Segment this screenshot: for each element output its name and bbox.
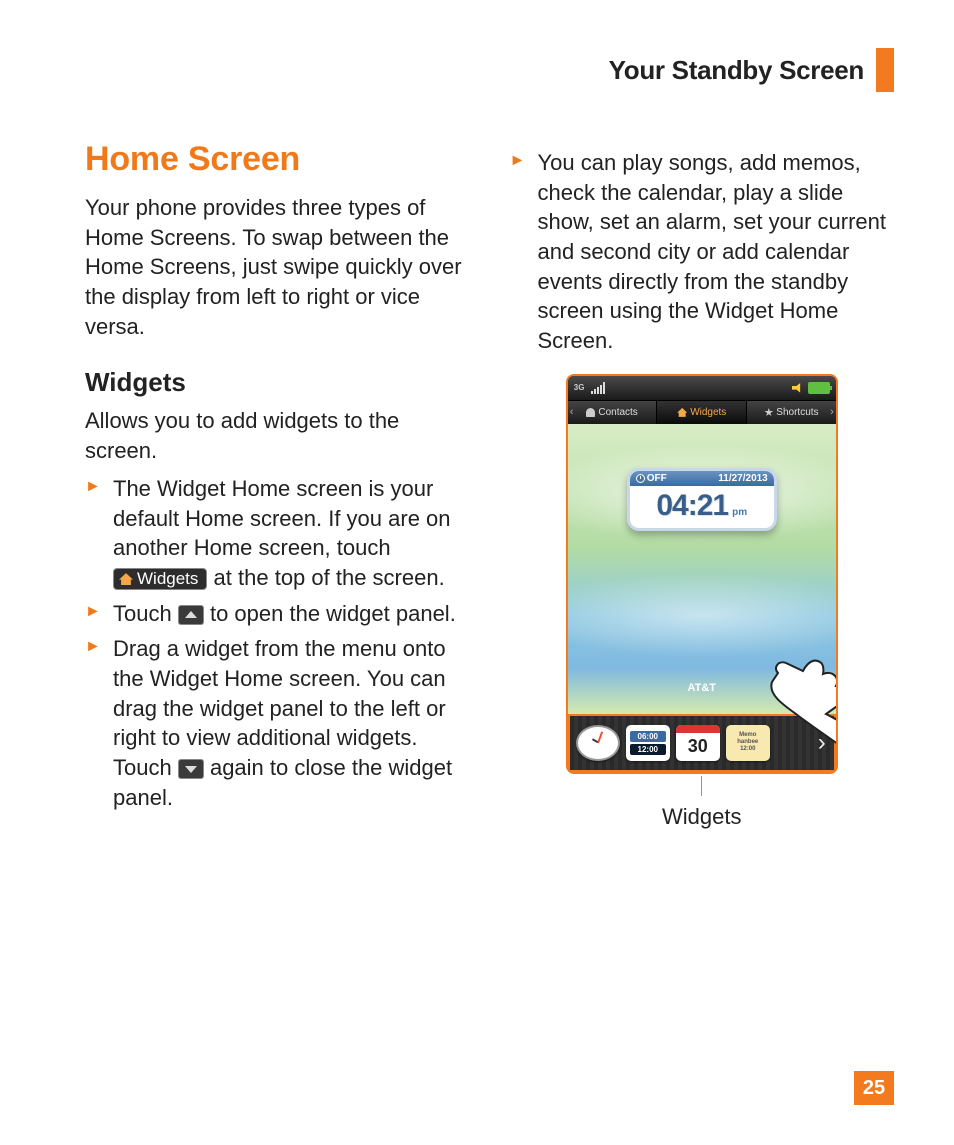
header-title: Your Standby Screen bbox=[609, 55, 864, 86]
widget-analog-clock[interactable] bbox=[576, 725, 620, 761]
phone-figure: 3G ‹ Contacts bbox=[510, 374, 895, 830]
triangle-down-icon bbox=[185, 766, 197, 773]
left-column: Home Screen Your phone provides three ty… bbox=[85, 140, 470, 830]
memo-line-1: Memo bbox=[728, 732, 768, 739]
bullet-2-pre: Touch bbox=[113, 601, 178, 626]
clock-time: 04:21 bbox=[656, 489, 728, 523]
memo-line-3: 12:00 bbox=[728, 746, 768, 753]
right-bullet-list: You can play songs, add memos, check the… bbox=[510, 148, 895, 356]
manual-page: Your Standby Screen Home Screen Your pho… bbox=[0, 0, 954, 1145]
content-columns: Home Screen Your phone provides three ty… bbox=[85, 140, 894, 830]
callout-label: Widgets bbox=[510, 804, 895, 830]
tab-widgets-label: Widgets bbox=[690, 407, 726, 418]
arrow-up-button-icon bbox=[178, 605, 204, 625]
widgets-subtitle: Allows you to add widgets to the screen. bbox=[85, 406, 470, 465]
clock-widget-header: OFF 11/27/2013 bbox=[630, 471, 774, 486]
chevron-right-icon: › bbox=[830, 406, 834, 418]
clock-date: 11/27/2013 bbox=[718, 473, 768, 484]
tab-shortcuts[interactable]: Shortcuts › bbox=[747, 401, 836, 424]
tab-shortcuts-label: Shortcuts bbox=[776, 407, 818, 418]
arrow-down-button-icon bbox=[178, 759, 204, 779]
home-icon bbox=[677, 408, 687, 417]
tab-contacts[interactable]: ‹ Contacts bbox=[568, 401, 658, 424]
calendar-day: 30 bbox=[676, 733, 720, 761]
bullet-item-2: Touch to open the widget panel. bbox=[85, 599, 470, 629]
triangle-down-icon bbox=[794, 678, 806, 685]
tray-next-arrow-icon[interactable]: › bbox=[818, 729, 826, 757]
status-icons bbox=[792, 382, 830, 394]
bullet-item-1: The Widget Home screen is your default H… bbox=[85, 474, 470, 593]
bullet-item-3: Drag a widget from the menu onto the Wid… bbox=[85, 634, 470, 812]
clock-widget[interactable]: OFF 11/27/2013 04:21 pm bbox=[627, 468, 777, 531]
widget-dual-clock[interactable]: 06:00 12:00 bbox=[626, 725, 670, 761]
phone-statusbar: 3G bbox=[568, 376, 836, 400]
chevron-left-icon: ‹ bbox=[570, 406, 574, 418]
right-column: You can play songs, add memos, check the… bbox=[510, 140, 895, 830]
widgets-bullet-list: The Widget Home screen is your default H… bbox=[85, 474, 470, 813]
tab-widgets[interactable]: Widgets bbox=[657, 401, 747, 424]
widget-memo[interactable]: Memo hanbee 12:00 bbox=[726, 725, 770, 761]
speaker-icon bbox=[792, 382, 804, 394]
widgets-heading: Widgets bbox=[85, 367, 470, 398]
right-bullet: You can play songs, add memos, check the… bbox=[510, 148, 895, 356]
battery-icon bbox=[808, 382, 830, 394]
bullet-1-post: at the top of the screen. bbox=[214, 565, 445, 590]
phone-shell: 3G ‹ Contacts bbox=[566, 374, 838, 774]
page-header: Your Standby Screen bbox=[609, 48, 894, 92]
home-icon bbox=[119, 573, 133, 585]
dual-clock-top: 06:00 bbox=[630, 731, 666, 742]
widget-tray-toggle[interactable] bbox=[782, 670, 818, 694]
intro-paragraph: Your phone provides three types of Home … bbox=[85, 193, 470, 341]
clock-time-row: 04:21 pm bbox=[630, 486, 774, 528]
tab-contacts-label: Contacts bbox=[598, 407, 637, 418]
contact-icon bbox=[586, 408, 595, 417]
phone-tabs: ‹ Contacts Widgets Shortcuts › bbox=[568, 400, 836, 424]
signal-icon bbox=[591, 382, 605, 394]
widgets-chip-label: Widgets bbox=[137, 570, 198, 589]
header-accent-bar bbox=[876, 48, 894, 92]
section-heading: Home Screen bbox=[85, 140, 470, 179]
triangle-up-icon bbox=[185, 611, 197, 618]
widget-calendar[interactable]: 30 bbox=[676, 725, 720, 761]
alarm-clock-icon bbox=[636, 474, 645, 483]
calendar-strip bbox=[676, 725, 720, 733]
dual-clock-bottom: 12:00 bbox=[630, 744, 666, 755]
widget-tray[interactable]: 06:00 12:00 30 Memo hanbee 12:00 › bbox=[568, 714, 836, 772]
star-icon bbox=[764, 408, 773, 417]
bullet-1-pre: The Widget Home screen is your default H… bbox=[113, 476, 451, 560]
alarm-status: OFF bbox=[647, 473, 667, 484]
network-indicator: 3G bbox=[574, 383, 585, 392]
memo-line-2: hanbee bbox=[728, 739, 768, 746]
clock-ampm: pm bbox=[732, 507, 747, 518]
bullet-2-post: to open the widget panel. bbox=[210, 601, 456, 626]
page-number: 25 bbox=[854, 1071, 894, 1105]
widgets-tab-chip: Widgets bbox=[113, 568, 207, 591]
callout-line bbox=[701, 776, 702, 796]
